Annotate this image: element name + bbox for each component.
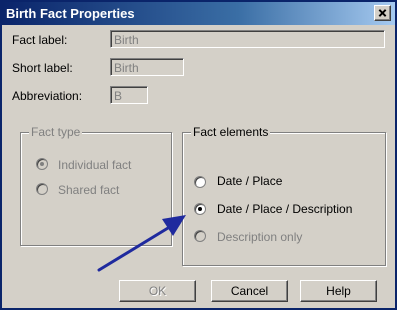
window-title: Birth Fact Properties [6, 6, 135, 21]
date-place-radio[interactable] [194, 176, 206, 188]
fact-type-legend: Fact type [29, 124, 83, 140]
ok-button[interactable]: OK [119, 280, 196, 302]
help-button[interactable]: Help [300, 280, 377, 302]
fact-elements-legend: Fact elements [191, 124, 271, 140]
radio-selected-dot [198, 207, 202, 211]
date-place-description-label: Date / Place / Description [217, 202, 353, 216]
title-bar[interactable]: Birth Fact Properties [2, 2, 395, 25]
individual-fact-radio[interactable] [36, 158, 48, 170]
short-label-field[interactable]: Birth [110, 58, 184, 76]
fact-label-field[interactable]: Birth [110, 30, 385, 48]
cancel-button[interactable]: Cancel [211, 280, 288, 302]
date-place-label: Date / Place [217, 174, 283, 188]
abbreviation-label: Abbreviation: [12, 89, 83, 103]
date-place-description-radio[interactable] [194, 203, 206, 215]
short-label-label: Short label: [12, 61, 73, 75]
shared-fact-radio[interactable] [36, 183, 48, 195]
individual-fact-label: Individual fact [58, 158, 132, 172]
fact-label-label: Fact label: [12, 33, 68, 47]
close-icon[interactable] [374, 5, 391, 21]
description-only-label: Description only [217, 230, 303, 244]
description-only-radio[interactable] [194, 230, 206, 242]
dialog-window: Birth Fact Properties Fact label: Birth … [0, 0, 397, 310]
fact-elements-group: Fact elements [182, 124, 386, 266]
radio-selected-dot [40, 162, 44, 166]
abbreviation-field[interactable]: B [110, 86, 148, 104]
shared-fact-label: Shared fact [58, 183, 120, 197]
